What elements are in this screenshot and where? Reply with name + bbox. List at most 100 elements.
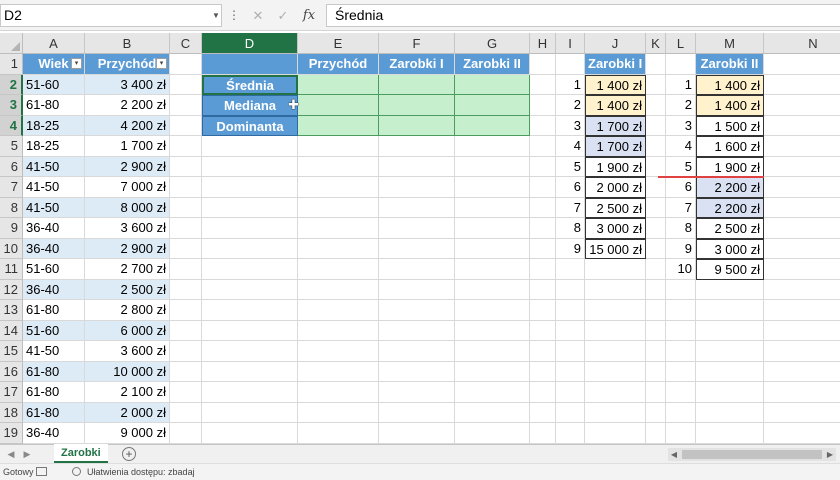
grid-cell[interactable] xyxy=(455,259,530,280)
row-header-9[interactable]: 9 xyxy=(0,218,23,239)
column-header-g[interactable]: G xyxy=(455,33,530,54)
summary-value-cell[interactable] xyxy=(379,95,455,116)
grid-cell[interactable] xyxy=(666,341,696,362)
grid-cell[interactable] xyxy=(764,300,840,321)
grid-cell[interactable] xyxy=(585,402,646,423)
table1-cell-wiek[interactable]: 36-40 xyxy=(23,423,85,444)
horizontal-scrollbar[interactable]: ◀ ▶ xyxy=(668,448,836,461)
row-header-18[interactable]: 18 xyxy=(0,402,23,423)
grid-cell[interactable] xyxy=(530,177,556,198)
grid-cell[interactable] xyxy=(530,238,556,259)
filter-dropdown-icon[interactable]: ▾ xyxy=(71,58,82,69)
grid-cell[interactable] xyxy=(646,341,666,362)
grid-cell[interactable] xyxy=(530,115,556,136)
grid-cell[interactable] xyxy=(556,382,585,403)
zarobki1-value[interactable]: 3 000 zł xyxy=(585,218,646,239)
table1-cell-przychod[interactable]: 10 000 zł xyxy=(85,361,170,382)
grid-cell[interactable] xyxy=(646,238,666,259)
grid-cell[interactable] xyxy=(764,403,840,423)
table1-cell-przychod[interactable]: 1 700 zł xyxy=(85,136,170,157)
row-header-6[interactable]: 6 xyxy=(0,156,23,177)
grid-cell[interactable] xyxy=(298,156,379,177)
grid-cell[interactable] xyxy=(170,361,202,382)
grid-cell[interactable] xyxy=(379,259,455,280)
grid-cell[interactable] xyxy=(298,382,379,403)
grid-cell[interactable] xyxy=(170,320,202,341)
grid-cell[interactable] xyxy=(379,218,455,239)
grid-cell[interactable] xyxy=(202,423,298,444)
summary-value-cell[interactable] xyxy=(379,115,455,136)
grid-cell[interactable] xyxy=(666,361,696,382)
filter-dropdown-icon[interactable]: ▾ xyxy=(156,58,167,69)
grid-cell[interactable] xyxy=(646,74,666,95)
grid-cell[interactable] xyxy=(696,402,764,423)
table1-cell-przychod[interactable]: 9 000 zł xyxy=(85,423,170,444)
grid-cell[interactable] xyxy=(530,74,556,95)
grid-cell[interactable] xyxy=(455,300,530,321)
table1-cell-przychod[interactable]: 2 500 zł xyxy=(85,279,170,300)
zarobki2-value[interactable]: 1 600 zł xyxy=(696,136,764,157)
zarobki1-value[interactable]: 1 900 zł xyxy=(585,156,646,177)
grid-cell[interactable] xyxy=(298,320,379,341)
grid-cell[interactable] xyxy=(170,95,202,116)
grid-cell[interactable] xyxy=(646,259,666,280)
column-header-b[interactable]: B xyxy=(85,33,170,54)
zarobki2-value[interactable]: 9 500 zł xyxy=(696,259,764,280)
grid-cell[interactable] xyxy=(298,238,379,259)
grid-cell[interactable] xyxy=(696,341,764,362)
grid-cell[interactable] xyxy=(455,197,530,218)
grid-cell[interactable] xyxy=(696,320,764,341)
grid-cell[interactable] xyxy=(202,279,298,300)
grid-cell[interactable] xyxy=(379,177,455,198)
grid-cell[interactable] xyxy=(666,423,696,444)
name-box-dropdown-icon[interactable]: ▼ xyxy=(210,4,222,27)
row-header-10[interactable]: 10 xyxy=(0,238,23,259)
grid-cell[interactable] xyxy=(585,300,646,321)
zarobki1-value[interactable]: 15 000 zł xyxy=(585,238,646,259)
grid-cell[interactable] xyxy=(379,341,455,362)
summary-value-cell[interactable] xyxy=(455,115,530,136)
zarobki1-value[interactable]: 1 400 zł xyxy=(585,74,646,95)
grid-cell[interactable] xyxy=(202,218,298,239)
grid-cell[interactable] xyxy=(379,300,455,321)
summary-value-cell[interactable] xyxy=(298,95,379,116)
grid-cell[interactable] xyxy=(764,321,840,341)
grid-cell[interactable] xyxy=(202,402,298,423)
grid-cell[interactable] xyxy=(298,279,379,300)
grid-cell[interactable] xyxy=(170,115,202,136)
grid-cell[interactable] xyxy=(556,279,585,300)
column-header-e[interactable]: E xyxy=(298,33,379,54)
grid-cell[interactable] xyxy=(298,197,379,218)
zarobki2-value[interactable]: 1 400 zł xyxy=(696,74,764,95)
summary-value-cell[interactable] xyxy=(455,74,530,95)
table1-cell-wiek[interactable]: 41-50 xyxy=(23,341,85,362)
grid-cell[interactable] xyxy=(530,218,556,239)
grid-cell[interactable] xyxy=(530,95,556,116)
summary-label-srednia[interactable]: Średnia xyxy=(202,74,298,95)
grid-cell[interactable] xyxy=(455,238,530,259)
grid-cell[interactable] xyxy=(585,320,646,341)
zarobki1-value[interactable]: 1 400 zł xyxy=(585,95,646,116)
grid-cell[interactable] xyxy=(585,259,646,280)
grid-cell[interactable] xyxy=(455,136,530,157)
grid-cell[interactable] xyxy=(379,156,455,177)
column-header-j[interactable]: J xyxy=(585,33,646,54)
row-header-4[interactable]: 4 xyxy=(0,115,23,136)
grid-cell[interactable] xyxy=(455,320,530,341)
grid-cell[interactable] xyxy=(764,157,840,177)
grid-cell[interactable] xyxy=(298,218,379,239)
table1-cell-przychod[interactable]: 2 200 zł xyxy=(85,95,170,116)
grid-cell[interactable] xyxy=(202,382,298,403)
grid-cell[interactable] xyxy=(379,320,455,341)
table1-cell-wiek[interactable]: 36-40 xyxy=(23,218,85,239)
zarobki1-value[interactable]: 2 000 zł xyxy=(585,177,646,198)
column-header-d[interactable]: D xyxy=(202,33,298,54)
grid-cell[interactable] xyxy=(379,197,455,218)
grid-cell[interactable] xyxy=(530,197,556,218)
grid-cell[interactable] xyxy=(530,54,556,75)
grid-cell[interactable] xyxy=(379,279,455,300)
grid-cell[interactable] xyxy=(666,300,696,321)
grid-cell[interactable] xyxy=(530,279,556,300)
grid-cell[interactable] xyxy=(298,136,379,157)
grid-cell[interactable] xyxy=(530,341,556,362)
